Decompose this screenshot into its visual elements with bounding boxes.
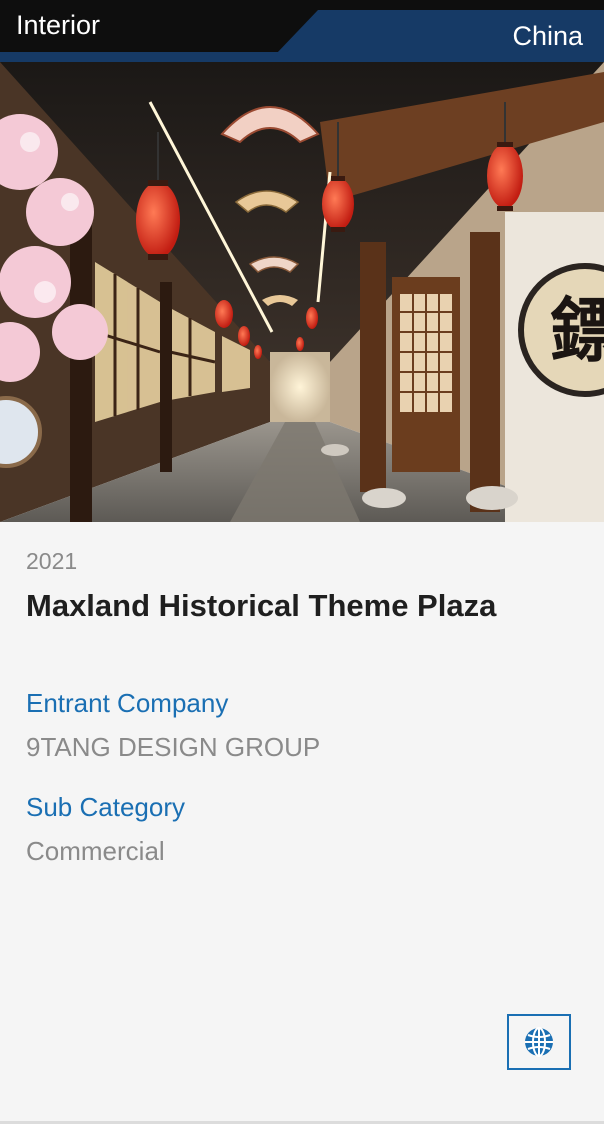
sub-category-label: Sub Category: [26, 792, 185, 822]
website-button[interactable]: [507, 1014, 571, 1070]
globe-icon: [525, 1027, 553, 1057]
sign-glyph: 鏢: [550, 289, 604, 372]
category-label: Interior: [16, 10, 101, 40]
entrant-company-label: Entrant Company: [26, 688, 229, 718]
entrant-company-value: 9TANG DESIGN GROUP: [26, 732, 321, 762]
project-card: Interior China 鏢 2021 Maxland Historical…: [0, 0, 604, 1124]
category-bar: Interior China: [0, 0, 604, 62]
header-strip: [0, 52, 604, 62]
project-title[interactable]: Maxland Historical Theme Plaza: [26, 588, 546, 624]
country-label: China: [512, 21, 583, 51]
project-year: 2021: [26, 548, 78, 574]
project-photo[interactable]: 鏢: [0, 62, 604, 522]
corridor-illustration: 鏢: [0, 62, 604, 522]
sub-category-value: Commercial: [26, 836, 165, 866]
